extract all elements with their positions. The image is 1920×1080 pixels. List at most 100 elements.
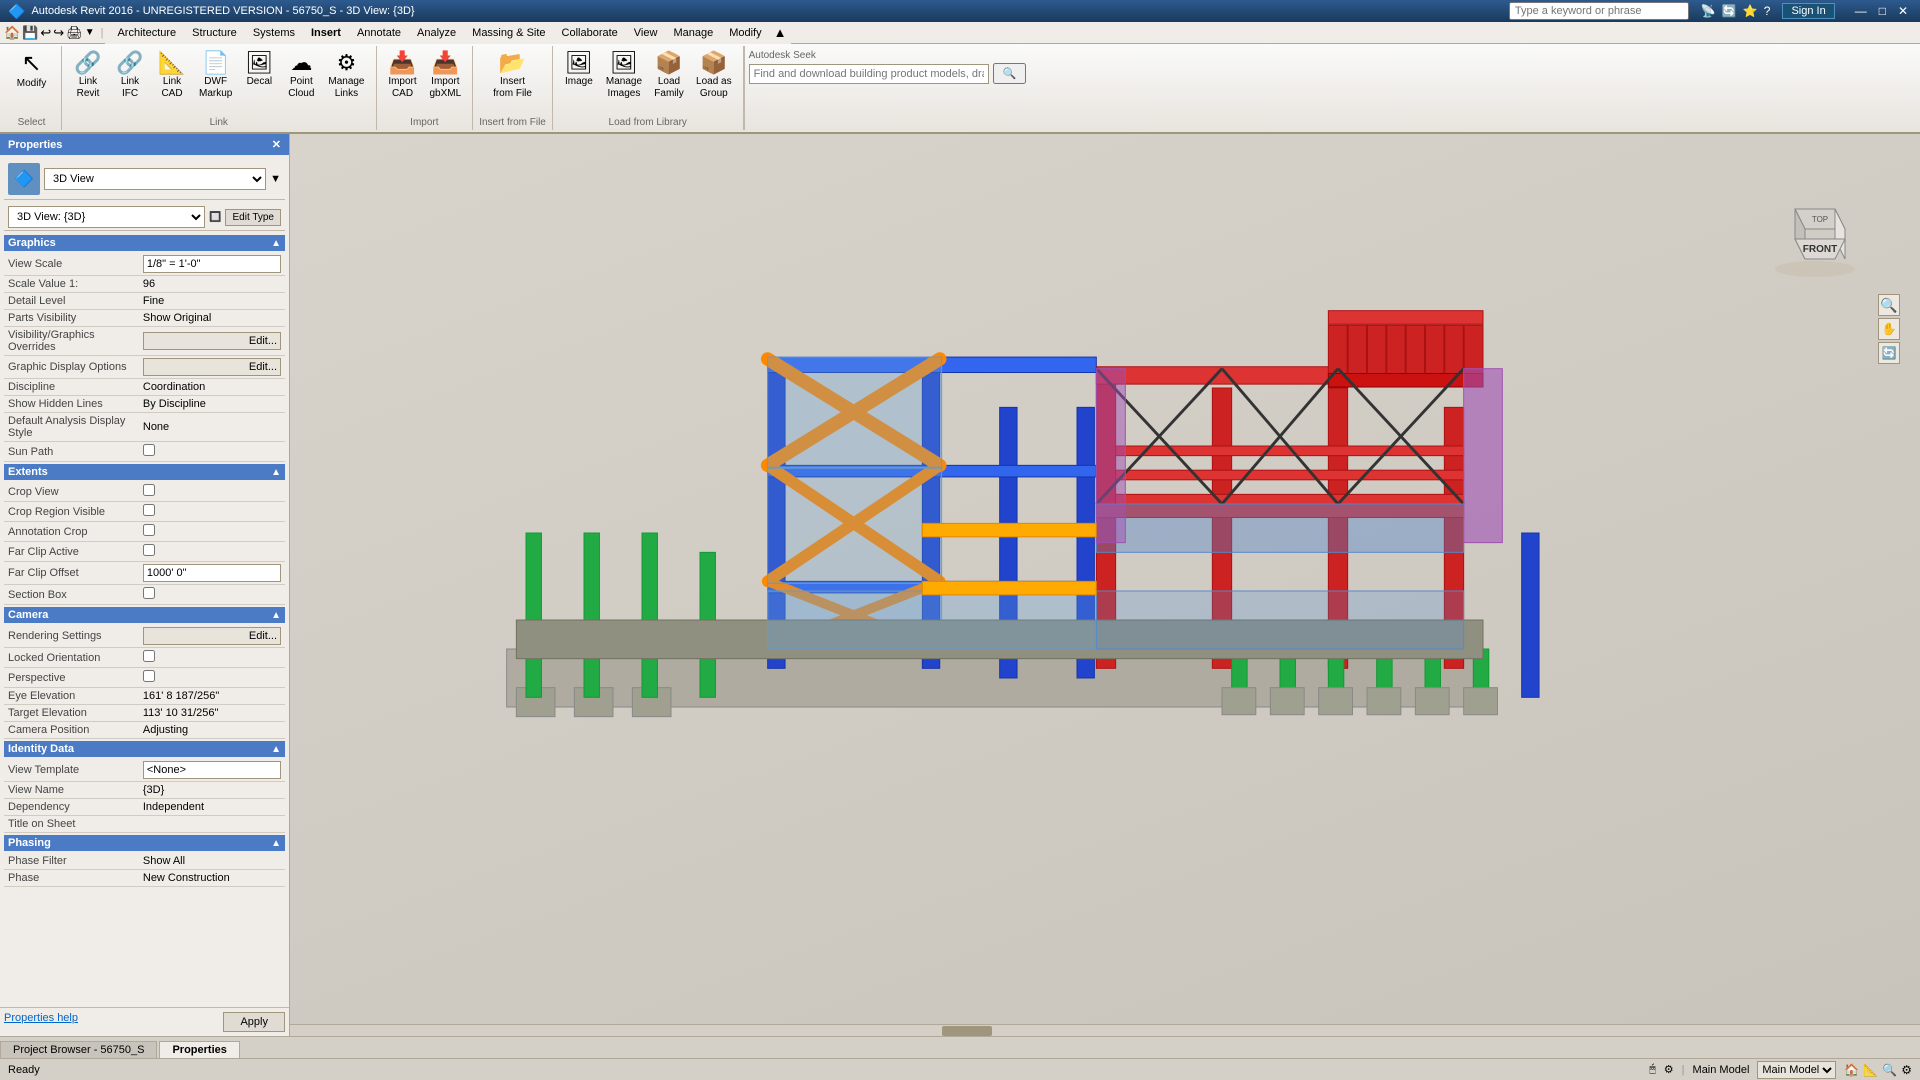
minimize-button[interactable]: — [1851,4,1871,18]
prop-row-analysis-style: Default Analysis Display Style None [4,413,285,442]
prop-btn-graphic-display[interactable]: Edit... [143,358,281,376]
sync-icon[interactable]: 🔄 [1722,4,1737,18]
communicate-icon[interactable]: 📡 [1701,4,1716,18]
properties-close-icon[interactable]: ✕ [272,138,281,151]
ribbon-btn-decal[interactable]: 🖼 Decal [239,48,279,92]
prop-checkbox-locked-orientation[interactable] [143,650,155,662]
edit-type-button[interactable]: Edit Type [225,209,281,226]
nav-zoom-in[interactable]: 🔍 [1878,294,1900,316]
prop-label-detail-level: Detail Level [4,293,139,310]
menu-insert[interactable]: Insert [303,25,349,41]
properties-help-link[interactable]: Properties help [4,1012,78,1032]
star-icon[interactable]: ⭐ [1743,4,1758,18]
close-button[interactable]: ✕ [1894,4,1912,18]
section-identity[interactable]: Identity Data ▲ [4,741,285,757]
prop-row-phase-filter: Phase Filter Show All [4,853,285,870]
section-graphics[interactable]: Graphics ▲ [4,235,285,251]
prop-btn-rendering-settings[interactable]: Edit... [143,627,281,645]
prop-checkbox-perspective[interactable] [143,670,155,682]
menu-analyze[interactable]: Analyze [409,25,464,41]
ribbon-btn-load-family[interactable]: 📦 LoadFamily [649,48,689,104]
ribbon-btn-manage-links[interactable]: ⚙ ManageLinks [323,48,369,104]
prop-checkbox-crop-view[interactable] [143,484,155,496]
nav-pan[interactable]: ✋ [1878,318,1900,340]
status-icon-3[interactable]: 🔍 [1882,1063,1897,1077]
ribbon-btn-import-gbxml[interactable]: 📥 ImportgbXML [425,48,467,104]
ribbon-btn-point-cloud[interactable]: ☁ PointCloud [281,48,321,104]
ribbon-btn-load-group[interactable]: 📦 Load asGroup [691,48,737,104]
prop-btn-vg-overrides[interactable]: Edit... [143,332,281,350]
menu-collaborate[interactable]: Collaborate [554,25,626,41]
prop-input-view-scale[interactable] [143,255,281,273]
section-camera[interactable]: Camera ▲ [4,607,285,623]
status-model-label: Main Model [1693,1064,1750,1076]
menu-view[interactable]: View [626,25,666,41]
menu-massing[interactable]: Massing & Site [464,25,553,41]
viewport[interactable]: FRONT TOP 🔍 ✋ 🔄 [290,134,1920,1036]
nav-orbit[interactable]: 🔄 [1878,342,1900,364]
status-icon-4[interactable]: ⚙ [1901,1063,1912,1077]
ribbon-btn-link-revit[interactable]: 🔗 LinkRevit [68,48,108,104]
qa-open-icon[interactable]: 🏠 [4,25,20,41]
seek-input[interactable] [749,64,989,84]
section-phasing[interactable]: Phasing ▲ [4,835,285,851]
ribbon-btn-manage-images[interactable]: 🖼 ManageImages [601,48,647,104]
prop-label-dependency: Dependency [4,799,139,816]
prop-input-far-clip-offset[interactable] [143,564,281,582]
tab-properties[interactable]: Properties [159,1041,239,1058]
prop-checkbox-far-clip-active[interactable] [143,544,155,556]
prop-val-hidden-lines: By Discipline [139,396,285,413]
type-dropdown[interactable]: 3D View [44,168,266,190]
prop-row-dependency: Dependency Independent [4,799,285,816]
menu-structure[interactable]: Structure [184,25,245,41]
prop-checkbox-annotation-crop[interactable] [143,524,155,536]
ribbon-btn-link-ifc[interactable]: 🔗 LinkIFC [110,48,150,104]
menu-architecture[interactable]: Architecture [109,25,184,41]
ribbon-btn-import-cad[interactable]: 📥 ImportCAD [383,48,423,104]
ribbon-toggle[interactable]: ▲ [774,25,787,40]
viewcube[interactable]: FRONT TOP [1770,194,1860,284]
scroll-h-bar[interactable] [290,1024,1920,1036]
status-icon-1[interactable]: 🏠 [1844,1063,1859,1077]
prop-label-view-name: View Name [4,782,139,799]
seek-search-button[interactable]: 🔍 [993,63,1027,84]
ribbon-btn-image[interactable]: 🖼 Image [559,48,599,92]
prop-input-view-template[interactable] [143,761,281,779]
prop-checkbox-section-box[interactable] [143,587,155,599]
search-box[interactable] [1509,2,1689,20]
ribbon-btn-link-cad[interactable]: 📐 LinkCAD [152,48,192,104]
menu-annotate[interactable]: Annotate [349,25,409,41]
maximize-button[interactable]: □ [1875,4,1890,18]
section-graphics-arrow: ▲ [271,238,281,249]
apply-button[interactable]: Apply [223,1012,285,1032]
ribbon-group-select: ↖ Modify Select [2,46,62,130]
prop-checkbox-crop-region-visible[interactable] [143,504,155,516]
view-dropdown[interactable]: 3D View: {3D} [8,206,205,228]
ribbon-btn-modify[interactable]: ↖ Modify [12,48,52,94]
qa-save-icon[interactable]: 💾 [22,25,38,41]
menu-modify[interactable]: Modify [721,25,769,41]
prop-label-crop-region-visible: Crop Region Visible [4,502,139,522]
ribbon-btn-dwf[interactable]: 📄 DWFMarkup [194,48,237,104]
menu-manage[interactable]: Manage [665,25,721,41]
qa-print-icon[interactable]: 🖨 [66,25,83,41]
properties-body: 🔷 3D View ▼ 3D View: {3D} 🔲 Edit Type Gr… [0,155,289,1007]
prop-val-view-name: {3D} [139,782,285,799]
manage-links-icon: ⚙ [337,52,357,74]
prop-row-section-box: Section Box [4,585,285,605]
qa-undo-icon[interactable]: ↩ [40,25,51,41]
status-icon-2[interactable]: 📐 [1863,1063,1878,1077]
prop-label-far-clip-offset: Far Clip Offset [4,562,139,585]
tab-project-browser[interactable]: Project Browser - 56750_S [0,1041,157,1058]
menu-systems[interactable]: Systems [245,25,303,41]
status-text: Ready [8,1064,821,1076]
status-model-dropdown[interactable]: Main Model [1757,1061,1836,1079]
help-icon[interactable]: ? [1764,4,1771,18]
status-icon-mouse: 🖱 [1649,1063,1656,1076]
prop-checkbox-sun-path[interactable] [143,444,155,456]
qa-redo-icon[interactable]: ↪ [53,25,64,41]
ribbon-btn-insert-file[interactable]: 📂 Insertfrom File [488,48,537,104]
section-extents[interactable]: Extents ▲ [4,464,285,480]
sign-in-button[interactable]: Sign In [1782,3,1834,19]
qa-dropdown-icon[interactable]: ▼ [85,27,95,38]
